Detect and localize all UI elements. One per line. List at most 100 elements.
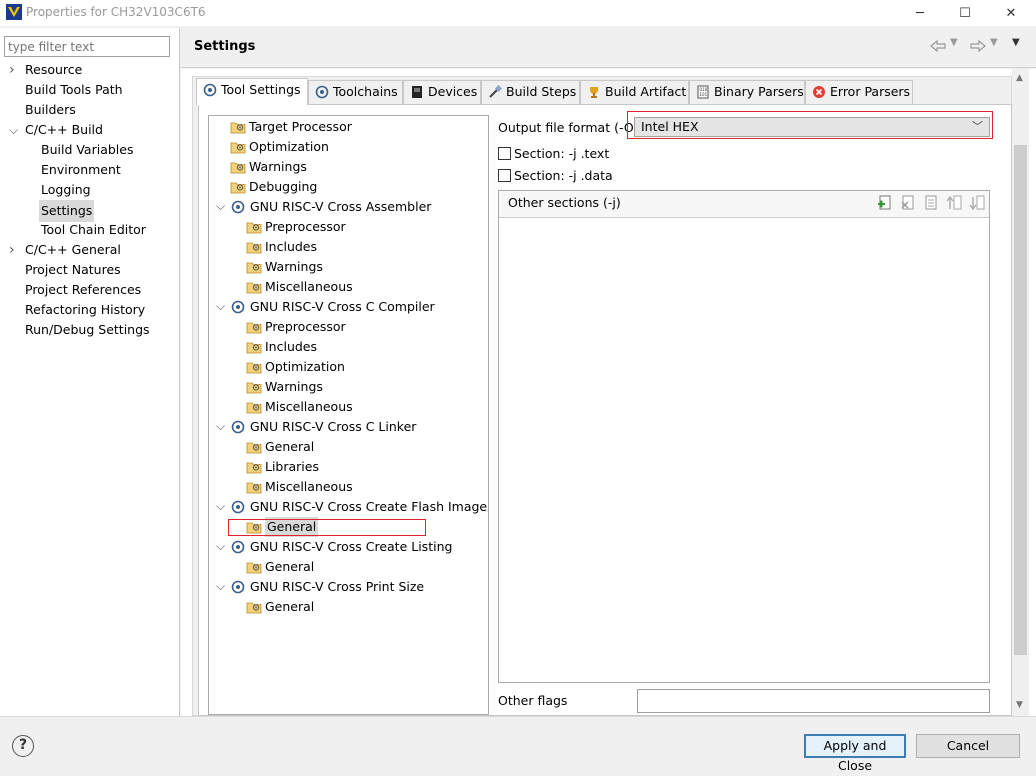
tree-tool-gnu-risc-v-cross-create-flash-image[interactable]: ⌵ GNU RISC-V Cross Create Flash Image [209,497,488,517]
nav-item-settings[interactable]: Settings [0,200,180,222]
cancel-button[interactable]: Cancel [916,734,1020,758]
nav-item-run-debug-settings[interactable]: Run/Debug Settings [0,320,180,340]
tree-item-general[interactable]: General [209,557,488,577]
settings-folder-icon [246,562,262,574]
tab-error-parsers[interactable]: Error Parsers [805,80,913,104]
tree-item-label: Optimization [265,359,345,374]
section-text-label: Section: -j .text [514,146,610,161]
nav-item-build-tools-path[interactable]: Build Tools Path [0,80,180,100]
tree-tool-gnu-risc-v-cross-c-compiler[interactable]: ⌵ GNU RISC-V Cross C Compiler [209,297,488,317]
tree-tool-gnu-risc-v-cross-create-listing[interactable]: ⌵ GNU RISC-V Cross Create Listing [209,537,488,557]
apply-and-close-button[interactable]: Apply and Close [804,734,906,773]
edit-icon[interactable] [923,195,939,211]
tree-item-preprocessor[interactable]: Preprocessor [209,317,488,337]
minimize-button[interactable]: ─ [897,0,943,26]
chevron-down-icon[interactable]: ⌵ [9,124,19,136]
chevron-down-icon[interactable]: ⌵ [216,580,226,592]
tab-build-artifact[interactable]: Build Artifact [580,80,689,104]
nav-item-c-c-build[interactable]: ⌵ C/C++ Build [0,120,180,140]
settings-folder-icon [246,262,262,274]
page-title: Settings [194,39,256,54]
tree-item-optimization[interactable]: Optimization [209,137,488,157]
tab-devices[interactable]: Devices [403,80,481,104]
delete-icon[interactable] [900,195,916,211]
tab-binary-parsers[interactable]: 010 101 Binary Parsers [689,80,805,104]
add-icon[interactable] [877,195,893,211]
tree-item-general[interactable]: General [209,437,488,457]
chevron-down-icon[interactable]: ⌵ [216,420,226,432]
move-up-icon[interactable] [946,195,962,211]
nav-item-label: C/C++ Build [25,122,103,137]
tree-item-label: GNU RISC-V Cross Create Flash Image [250,499,488,514]
nav-item-builders[interactable]: Builders [0,100,180,120]
nav-item-build-variables[interactable]: Build Variables [0,140,180,160]
tree-item-miscellaneous[interactable]: Miscellaneous [209,477,488,497]
history-nav: ▼ ▼ ▼ [926,37,1034,54]
tree-item-debugging[interactable]: Debugging [209,177,488,197]
chevron-down-icon[interactable]: ⌵ [216,500,226,512]
scrollbar-thumb[interactable] [1014,145,1027,655]
chevron-down-icon[interactable]: ⌵ [216,300,226,312]
scroll-down-icon[interactable]: ▼ [1016,700,1023,710]
section-data-checkbox[interactable] [498,169,511,182]
chevron-down-icon[interactable]: ⌵ [216,540,226,552]
other-sections-list[interactable]: Other sections (-j) [498,190,990,683]
settings-folder-icon [246,222,262,234]
tree-item-libraries[interactable]: Libraries [209,457,488,477]
close-button[interactable]: ✕ [988,0,1034,26]
nav-item-project-natures[interactable]: Project Natures [0,260,180,280]
tree-item-warnings[interactable]: Warnings [209,257,488,277]
forward-dropdown-icon[interactable]: ▼ [990,37,998,48]
tree-item-general[interactable]: General [209,517,488,537]
maximize-button[interactable]: ☐ [942,0,988,26]
chevron-right-icon[interactable]: › [9,63,19,77]
view-menu-icon[interactable]: ▼ [1012,37,1020,48]
tree-item-preprocessor[interactable]: Preprocessor [209,217,488,237]
nav-item-logging[interactable]: Logging [0,180,180,200]
tree-item-target-processor[interactable]: Target Processor [209,117,488,137]
forward-arrow-icon[interactable] [970,40,986,52]
tab-tool-settings[interactable]: Tool Settings [196,78,308,105]
tree-item-warnings[interactable]: Warnings [209,377,488,397]
tab-build-steps[interactable]: Build Steps [481,80,580,104]
tab-label: Binary Parsers [714,84,804,99]
tree-item-general[interactable]: General [209,597,488,617]
settings-folder-icon [246,342,262,354]
back-arrow-icon[interactable] [930,40,946,52]
nav-item-c-c-general[interactable]: › C/C++ General [0,240,180,260]
tree-item-miscellaneous[interactable]: Miscellaneous [209,277,488,297]
nav-item-project-references[interactable]: Project References [0,280,180,300]
filter-input[interactable] [4,36,170,57]
nav-item-refactoring-history[interactable]: Refactoring History [0,300,180,320]
devices-icon [412,86,422,98]
settings-folder-icon [230,122,246,134]
tree-tool-gnu-risc-v-cross-c-linker[interactable]: ⌵ GNU RISC-V Cross C Linker [209,417,488,437]
tree-item-includes[interactable]: Includes [209,237,488,257]
build-artifact-icon [590,87,598,98]
nav-item-label: C/C++ General [25,242,121,257]
nav-item-label: Project Natures [25,262,121,277]
move-down-icon[interactable] [969,195,985,211]
tab-label: Devices [428,84,478,99]
chevron-down-icon[interactable]: ⌵ [216,200,226,212]
scroll-up-icon[interactable]: ▲ [1016,73,1023,83]
tree-item-optimization[interactable]: Optimization [209,357,488,377]
tool-settings-tree[interactable]: Target Processor Optimization Warnings Debu… [208,115,489,715]
other-flags-label: Other flags [498,693,568,708]
tree-item-warnings[interactable]: Warnings [209,157,488,177]
tree-tool-gnu-risc-v-cross-print-size[interactable]: ⌵ GNU RISC-V Cross Print Size [209,577,488,597]
settings-folder-icon [230,142,246,154]
tab-toolchains[interactable]: Toolchains [308,80,403,104]
tree-item-label: Warnings [265,259,323,274]
tree-item-includes[interactable]: Includes [209,337,488,357]
other-flags-input[interactable] [637,689,990,713]
tree-item-miscellaneous[interactable]: Miscellaneous [209,397,488,417]
back-dropdown-icon[interactable]: ▼ [950,37,958,48]
section-text-checkbox[interactable] [498,147,511,160]
chevron-right-icon[interactable]: › [9,243,19,257]
nav-item-tool-chain-editor[interactable]: Tool Chain Editor [0,220,180,240]
nav-item-environment[interactable]: Environment [0,160,180,180]
tree-tool-gnu-risc-v-cross-assembler[interactable]: ⌵ GNU RISC-V Cross Assembler [209,197,488,217]
nav-item-resource[interactable]: › Resource [0,60,180,80]
help-icon[interactable]: ? [12,735,34,757]
